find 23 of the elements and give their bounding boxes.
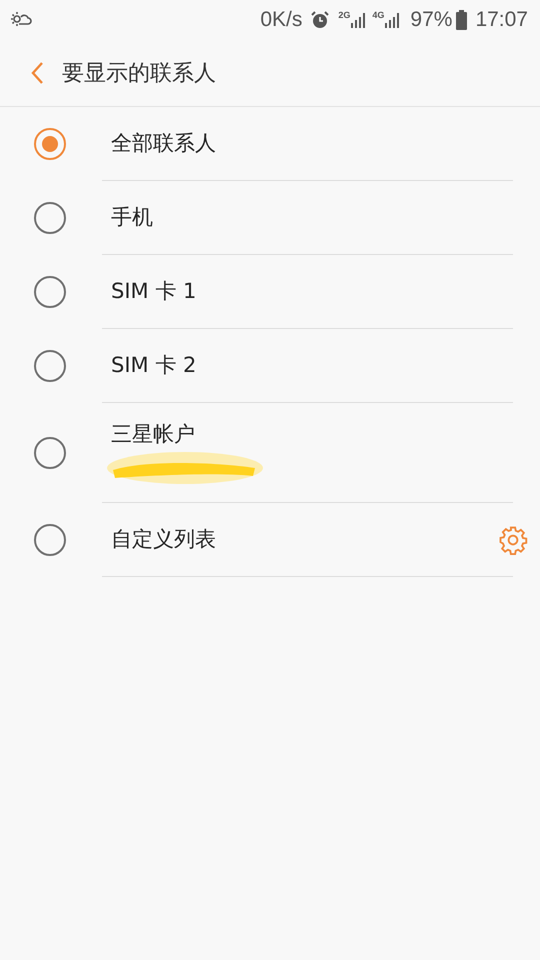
option-label[interactable]: 全部联系人 [111,128,216,160]
network-type-label: 2G [338,11,350,20]
network-speed: 0K/s [260,7,302,34]
option-label[interactable]: 手机 [111,202,153,234]
radio-button[interactable] [34,524,66,556]
weather-icon [10,11,32,29]
radio-button[interactable] [34,437,66,469]
radio-button[interactable] [34,350,66,382]
clock: 17:07 [475,7,528,34]
radio-button[interactable] [34,276,66,308]
battery-percent: 97% [410,7,452,34]
radio-button[interactable] [34,202,66,234]
alarm-icon [310,10,330,30]
screen-title: 要显示的联系人 [62,60,216,88]
back-button[interactable] [30,61,44,85]
option-label[interactable]: 三星帐户 [111,418,265,450]
radio-button[interactable] [34,128,66,160]
settings-button[interactable] [498,524,528,554]
network-type-label: 4G [372,11,384,20]
option-label[interactable]: SIM 卡 2 [111,350,196,382]
option-label[interactable]: SIM 卡 1 [111,276,196,308]
option-label[interactable]: 自定义列表 [111,524,216,556]
battery-icon [456,10,468,30]
